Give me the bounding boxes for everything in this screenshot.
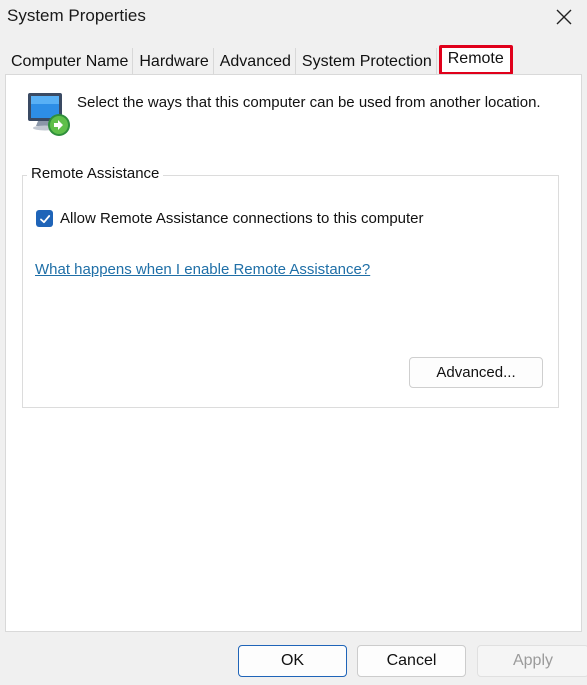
remote-assistance-help-link[interactable]: What happens when I enable Remote Assist… <box>35 261 370 278</box>
allow-remote-assistance-checkbox[interactable] <box>36 210 53 227</box>
allow-remote-assistance-row[interactable]: Allow Remote Assistance connections to t… <box>36 210 424 227</box>
tab-system-protection[interactable]: System Protection <box>296 48 437 75</box>
tab-hardware[interactable]: Hardware <box>133 48 214 75</box>
advanced-button[interactable]: Advanced... <box>409 357 543 388</box>
tab-strip: Computer Name Hardware Advanced System P… <box>5 45 513 75</box>
cancel-button[interactable]: Cancel <box>357 645 466 677</box>
tab-panel-remote: Select the ways that this computer can b… <box>5 74 582 632</box>
title-bar: System Properties <box>0 0 587 36</box>
checkmark-icon <box>39 214 50 223</box>
remote-computer-icon <box>28 93 70 136</box>
intro-text: Select the ways that this computer can b… <box>77 94 541 111</box>
tab-advanced[interactable]: Advanced <box>214 48 296 75</box>
allow-remote-assistance-label[interactable]: Allow Remote Assistance connections to t… <box>60 210 424 227</box>
close-icon <box>556 9 572 25</box>
window-title: System Properties <box>7 6 146 25</box>
close-button[interactable] <box>541 0 587 34</box>
tab-remote[interactable]: Remote <box>438 45 513 75</box>
apply-button[interactable]: Apply <box>477 645 587 677</box>
tab-computer-name[interactable]: Computer Name <box>5 48 134 75</box>
ok-button[interactable]: OK <box>238 645 347 677</box>
remote-assistance-group: Remote Assistance Allow Remote Assistanc… <box>22 165 559 408</box>
group-label: Remote Assistance <box>27 165 164 182</box>
